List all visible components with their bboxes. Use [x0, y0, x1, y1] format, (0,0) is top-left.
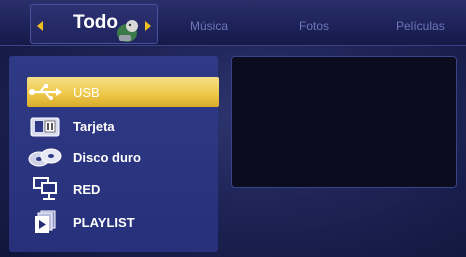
playlist-icon: [27, 209, 63, 235]
source-list-panel: USB Tarjeta Disco duro RED PLAYLIST: [9, 56, 219, 252]
source-item-disco-duro[interactable]: Disco duro: [27, 142, 219, 172]
source-item-label: RED: [73, 181, 101, 197]
network-icon: [27, 176, 63, 202]
tab-peliculas[interactable]: Películas: [396, 19, 445, 33]
source-item-label: Disco duro: [73, 149, 141, 165]
source-item-red[interactable]: RED: [27, 174, 219, 204]
hard-disk-icon: [27, 144, 63, 170]
arrow-right-icon[interactable]: [145, 21, 151, 31]
mascot-icon: [117, 20, 138, 42]
arrow-left-icon[interactable]: [37, 21, 43, 31]
tab-todo[interactable]: Todo: [30, 4, 158, 44]
tab-todo-label: Todo: [73, 12, 119, 33]
source-item-label: Tarjeta: [73, 118, 115, 134]
sd-card-icon: [27, 113, 63, 139]
tab-fotos[interactable]: Fotos: [299, 19, 329, 33]
source-item-usb[interactable]: USB: [27, 77, 219, 107]
preview-window: [231, 56, 457, 188]
tab-musica[interactable]: Música: [190, 19, 228, 33]
source-item-tarjeta[interactable]: Tarjeta: [27, 111, 219, 141]
source-item-label: USB: [73, 84, 100, 100]
source-item-playlist[interactable]: PLAYLIST: [27, 207, 219, 237]
usb-icon: [27, 79, 63, 105]
top-nav-bar: Todo Música Fotos Películas: [0, 0, 466, 46]
source-item-label: PLAYLIST: [73, 214, 135, 230]
